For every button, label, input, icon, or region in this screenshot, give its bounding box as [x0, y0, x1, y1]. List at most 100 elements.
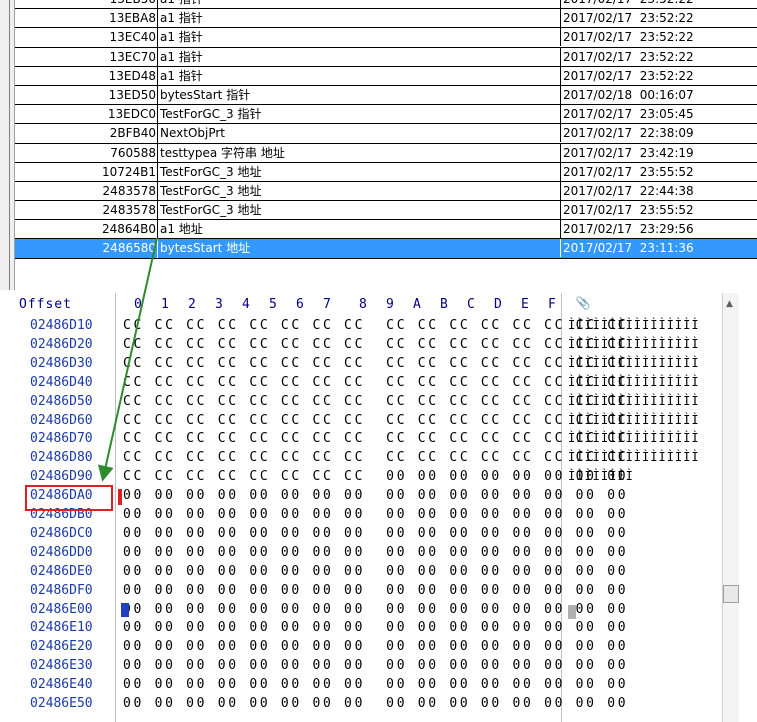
column-separator: [157, 0, 158, 9]
record-description: TestForGC_3 指针: [160, 107, 262, 122]
hex-bytes[interactable]: CC CC CC CC CC CC CC CC CC CC CC CC CC C…: [123, 394, 628, 409]
hex-offset: 02486D50: [30, 393, 93, 409]
hex-bytes[interactable]: CC CC CC CC CC CC CC CC CC CC CC CC CC C…: [123, 375, 628, 390]
record-description: TestForGC_3 地址: [160, 164, 262, 179]
hex-offset: 02486DC0: [30, 525, 93, 541]
column-separator: [157, 220, 158, 239]
hex-column-header: 8: [359, 297, 367, 312]
hex-offset: 02486D80: [30, 450, 93, 466]
record-row[interactable]: 13EC40 a1 指针 2017/02/17 23:52:22: [15, 28, 757, 48]
record-row[interactable]: 13EB50 a1 指针2017/02/17 23:52:22: [15, 0, 757, 10]
hex-ascii[interactable]: ÌÌÌÌÌÌÌÌÌÌÌÌÌÌÌÌ: [568, 356, 700, 370]
record-row[interactable]: 13EBA8 a1 指针 2017/02/17 23:52:22: [15, 9, 757, 29]
hex-column-header: B: [440, 297, 448, 312]
hex-offset: 02486E40: [30, 677, 93, 693]
hex-offset: 02486DF0: [30, 582, 93, 598]
record-rows: 13EB50 a1 指针 2017/02/17 23:52:22 13EBA8 a1 指…: [15, 0, 757, 259]
hex-ascii[interactable]: ÌÌÌÌÌÌÌÌÌÌÌÌÌÌÌÌ: [568, 431, 700, 445]
hex-bytes[interactable]: 00 00 00 00 00 00 00 00 00 00 00 00 00 0…: [123, 488, 628, 503]
column-separator: [157, 28, 158, 47]
hex-ascii[interactable]: ÌÌÌÌÌÌÌÌÌÌÌÌÌÌÌÌ: [568, 394, 700, 408]
hex-view: Offset 📎 0 1 2 3 4 5 6 7 8 9 A B C D E F 02486D10 CC CC …: [15, 293, 757, 722]
hex-bytes[interactable]: CC CC CC CC CC CC CC CC CC CC CC CC CC C…: [123, 337, 628, 352]
record-row[interactable]: 13EC70 a1 指针 2017/02/17 23:52:22: [15, 47, 757, 67]
column-separator: [157, 9, 158, 28]
hex-bytes[interactable]: CC CC CC CC CC CC CC CC CC CC CC CC CC C…: [123, 413, 628, 428]
hex-ascii[interactable]: ÌÌÌÌÌÌÌÌÌÌÌÌÌÌÌÌ: [568, 318, 700, 332]
record-list: 13EB50 a1 指针 2017/02/17 23:52:22 13EBA8 a1 指…: [0, 0, 757, 290]
record-id: 13ED50: [108, 87, 156, 102]
hex-bytes[interactable]: 00 00 00 00 00 00 00 00 00 00 00 00 00 0…: [123, 696, 628, 711]
column-separator: [157, 181, 158, 201]
hex-bytes[interactable]: CC CC CC CC CC CC CC CC 00 00 00 00 00 0…: [123, 469, 628, 484]
record-row[interactable]: 13ED50 bytesStart 指针 2017/02/18 00:16:07: [15, 85, 757, 106]
record-timestamp: 2017/02/17 23:52:22: [560, 47, 757, 66]
record-timestamp: 2017/02/17 23:11:36: [560, 239, 757, 258]
hex-column-header: 2: [188, 297, 196, 312]
column-separator: [157, 239, 158, 258]
hex-ascii[interactable]: ÌÌÌÌÌÌÌÌÌÌÌÌÌÌÌÌ: [568, 413, 700, 427]
hex-bytes[interactable]: 00 00 00 00 00 00 00 00 00 00 00 00 00 0…: [123, 639, 628, 654]
hex-ascii[interactable]: ÌÌÌÌÌÌÌÌÌÌÌÌÌÌÌÌ: [568, 450, 700, 464]
hex-bytes[interactable]: 00 00 00 00 00 00 00 00 00 00 00 00 00 0…: [123, 677, 628, 692]
record-row[interactable]: 2BFB40 NextObjPrt 2017/02/17 22:38:09: [15, 124, 757, 144]
record-id: 2483578: [102, 183, 156, 198]
record-row[interactable]: 2483578 TestForGC_3 地址 2017/02/17 23:55:52: [15, 201, 757, 221]
hex-header: Offset 📎 0 1 2 3 4 5 6 7 8 9 A B C D E F: [15, 293, 757, 315]
record-id: 13EC70: [109, 49, 157, 64]
hex-bytes[interactable]: 00 00 00 00 00 00 00 00 00 00 00 00 00 0…: [123, 620, 628, 635]
record-row[interactable]: 13EDC0 TestForGC_3 指针 2017/02/17 23:05:45: [15, 105, 757, 125]
record-id: 760588: [110, 145, 156, 160]
hex-bytes[interactable]: 00 00 00 00 00 00 00 00 00 00 00 00 00 0…: [123, 658, 628, 673]
record-timestamp: 2017/02/17 23:52:22: [560, 28, 757, 47]
hex-offset: 02486D20: [30, 336, 93, 352]
hex-bytes[interactable]: CC CC CC CC CC CC CC CC CC CC CC CC CC C…: [123, 450, 628, 465]
scrollbar-thumb[interactable]: [723, 585, 739, 603]
record-id: 13EBA8: [109, 11, 156, 26]
vertical-scrollbar[interactable]: [722, 293, 739, 722]
record-description: a1 指针: [160, 30, 203, 45]
hex-column-header: 3: [215, 297, 223, 312]
record-row[interactable]: 2483578 TestForGC_3 地址 2017/02/17 22:44:38: [15, 181, 757, 202]
hex-bytes[interactable]: CC CC CC CC CC CC CC CC CC CC CC CC CC C…: [123, 356, 628, 371]
scroll-up-arrow-icon[interactable]: ▲: [726, 299, 733, 309]
record-id: 2483578: [102, 203, 156, 218]
ascii-cursor: [568, 605, 576, 619]
hex-bytes[interactable]: CC CC CC CC CC CC CC CC CC CC CC CC CC C…: [123, 318, 628, 333]
hex-column-header: 1: [161, 297, 169, 312]
hex-column-header: F: [548, 297, 556, 312]
record-description: a1 指针: [160, 0, 560, 8]
list-frame-left: [0, 0, 15, 290]
hex-bytes[interactable]: 00 00 00 00 00 00 00 00 00 00 00 00 00 0…: [123, 583, 628, 598]
offset-column-title: Offset: [19, 297, 72, 312]
hex-ascii[interactable]: ÌÌÌÌÌÌÌÌÌÌÌÌÌÌÌÌ: [568, 375, 700, 389]
hex-bytes[interactable]: 00 00 00 00 00 00 00 00 00 00 00 00 00 0…: [123, 545, 628, 560]
hex-ascii[interactable]: ÌÌÌÌÌÌÌÌÌÌÌÌÌÌÌÌ: [568, 337, 700, 351]
hex-bytes[interactable]: 00 00 00 00 00 00 00 00 00 00 00 00 00 0…: [123, 602, 628, 617]
hex-offset: 02486E00: [30, 601, 93, 617]
record-description: testtypea 字符串 地址: [160, 145, 285, 160]
record-description: a1 指针: [160, 11, 203, 26]
hex-offset: 02486E10: [30, 620, 93, 636]
highlighted-offset-box: [25, 485, 113, 511]
record-row[interactable]: 24864B0 a1 地址 2017/02/17 23:29:56: [15, 220, 757, 240]
column-separator: [157, 143, 158, 162]
record-description: bytesStart 指针: [160, 87, 251, 102]
hex-bytes[interactable]: 00 00 00 00 00 00 00 00 00 00 00 00 00 0…: [123, 526, 628, 541]
record-id: 13EB50: [15, 0, 156, 8]
record-timestamp: 2017/02/17 22:44:38: [560, 181, 757, 200]
hex-column-header: 9: [386, 297, 394, 312]
hex-offset: 02486D10: [30, 318, 93, 333]
hex-ascii[interactable]: ÌÌÌÌÌÌÌÌ: [568, 469, 634, 483]
record-row[interactable]: 760588 testtypea 字符串 地址 2017/02/17 23:42:1…: [15, 143, 757, 163]
column-separator: [157, 66, 158, 85]
paperclip-icon[interactable]: 📎: [572, 296, 594, 312]
record-row[interactable]: 2486580 bytesStart 地址 2017/02/17 23:11:36: [15, 239, 757, 259]
list-frame-divider: [9, 0, 10, 290]
record-row[interactable]: 13ED48 a1 指针 2017/02/17 23:52:22: [15, 66, 757, 86]
hex-bytes[interactable]: 00 00 00 00 00 00 00 00 00 00 00 00 00 0…: [123, 564, 628, 579]
hex-bytes[interactable]: 00 00 00 00 00 00 00 00 00 00 00 00 00 0…: [123, 507, 628, 522]
record-id: 2486580: [102, 241, 156, 256]
hex-bytes[interactable]: CC CC CC CC CC CC CC CC CC CC CC CC CC C…: [123, 431, 628, 446]
record-row[interactable]: 10724B1 TestForGC_3 地址 2017/02/17 23:55:52: [15, 162, 757, 182]
